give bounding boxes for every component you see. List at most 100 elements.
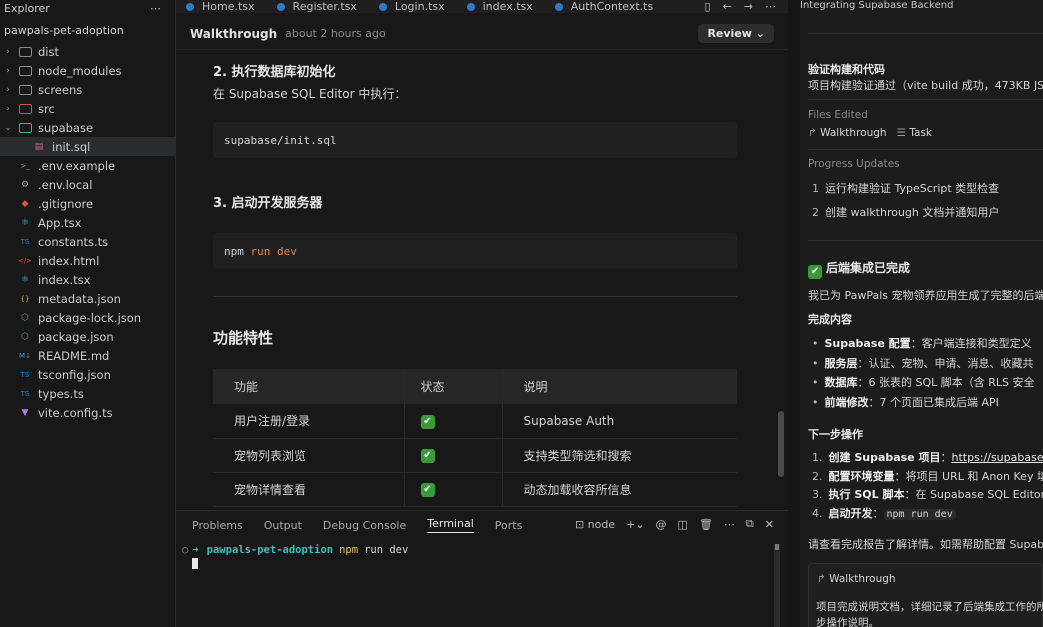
divider — [808, 99, 1043, 100]
split-terminal-icon[interactable]: ◫ — [678, 518, 688, 531]
table-cell: 宠物详情查看 — [213, 472, 404, 507]
tree-file[interactable]: {} metadata.json — [0, 289, 175, 308]
terminal-icon: ⊡ — [574, 517, 585, 531]
verify-text: 项目构建验证通过（vite build 成功，473KB JS — [808, 79, 1043, 92]
panel-tab[interactable]: Output — [264, 519, 302, 532]
tree-file[interactable]: ⬡ package-lock.json — [0, 308, 175, 327]
editor-tab-bar: Home.tsx Register.tsx Login.tsx index.tsx Au… — [176, 0, 788, 13]
tree-file[interactable]: ⚛ index.tsx — [0, 270, 175, 289]
react-icon: ⚛ — [20, 274, 30, 285]
project-root[interactable]: pawpals-pet-adoption — [0, 20, 175, 42]
step2-code: supabase/init.sql — [224, 133, 337, 147]
forward-arrow-icon[interactable]: → — [744, 0, 753, 13]
terminal-shell-selector[interactable]: ⊡ node — [575, 518, 615, 531]
tree-folder[interactable]: › node_modules — [0, 61, 175, 80]
json-icon: {} — [20, 294, 30, 303]
more-icon[interactable]: ⋯ — [724, 518, 735, 531]
terminal-dir: pawpals-pet-adoption — [206, 544, 334, 556]
features-heading: 功能特性 — [213, 329, 274, 347]
at-icon[interactable]: @ — [656, 518, 667, 531]
step3-code-block[interactable]: npm run dev — [213, 233, 737, 269]
check-icon: ✔ — [420, 449, 435, 463]
tree-file[interactable]: ⬡ package.json — [0, 327, 175, 346]
file-task-link[interactable]: ☰ Task — [897, 127, 932, 139]
tree-file[interactable]: >_ .env.example — [0, 156, 175, 175]
agent-chat-panel: Integrating Supabase Backend 验证构建和代码 项目构… — [800, 0, 1043, 627]
panel-tab[interactable]: Problems — [192, 519, 243, 532]
close-icon[interactable]: ✕ — [765, 518, 774, 531]
tree-folder[interactable]: ⌄ supabase — [0, 118, 175, 137]
chevron-down-icon: ⌄ — [755, 27, 765, 40]
table-header: 状态 — [403, 369, 503, 404]
panel-tab[interactable]: Ports — [495, 519, 523, 532]
tree-folder[interactable]: › src — [0, 99, 175, 118]
trash-icon[interactable]: 🗑 — [699, 518, 713, 531]
step2-text: 在 Supabase SQL Editor 中执行： — [213, 87, 407, 101]
tree-file[interactable]: ⚙ .env.local — [0, 175, 175, 194]
tree-file[interactable]: TS constants.ts — [0, 232, 175, 251]
editor-tab[interactable]: index.tsx — [457, 0, 545, 13]
review-button[interactable]: Review ⌄ — [698, 24, 774, 43]
chevron-right-icon: › — [6, 84, 10, 95]
prompt-arrow-icon: ➜ — [192, 544, 199, 556]
list-item: • 数据库：6 张表的 SQL 脚本（含 RLS 安全 — [812, 376, 1035, 389]
editor-tab[interactable]: Login.tsx — [369, 0, 457, 13]
list-icon: ☰ — [896, 127, 906, 139]
sash[interactable] — [788, 0, 800, 627]
check-icon: ✔ — [420, 414, 435, 429]
editor-tab[interactable]: AuthContext.ts — [545, 0, 665, 13]
tree-file[interactable]: ▤ init.sql — [0, 137, 175, 156]
table-header: 说明 — [502, 369, 737, 404]
verify-title: 验证构建和代码 — [808, 63, 885, 76]
tree-item-label: supabase — [38, 120, 94, 135]
editor-tab[interactable]: Register.tsx — [267, 0, 369, 13]
supabase-link[interactable]: https://supabase.c — [952, 451, 1043, 464]
terminal-scrollbar[interactable] — [774, 544, 780, 627]
ellipsis-icon[interactable]: ⋯ — [150, 2, 161, 15]
react-icon: ⚛ — [20, 217, 30, 228]
tree-file[interactable]: </> index.html — [0, 251, 175, 270]
panel-tab[interactable]: Debug Console — [323, 519, 406, 532]
walkthrough-card[interactable]: ↱ Walkthrough 项目完成说明文档，详细记录了后端集成工作的所 步操作… — [808, 563, 1043, 627]
back-arrow-icon[interactable]: ← — [723, 0, 732, 13]
terminal-scrollbar-thumb[interactable] — [775, 544, 779, 550]
folder-icon — [18, 122, 32, 133]
tab-actions: ▯ ← → ⋯ — [705, 0, 789, 13]
more-icon[interactable]: ⋯ — [765, 0, 776, 13]
editor-tab[interactable]: Home.tsx — [176, 0, 267, 13]
tree-folder[interactable]: › screens — [0, 80, 175, 99]
table-cell: 宠物列表浏览 — [213, 438, 404, 473]
tree-item-label: .env.example — [38, 158, 116, 173]
tree-file[interactable]: ▼ vite.config.ts — [0, 403, 175, 422]
git-icon: ◆ — [21, 198, 29, 209]
tree-file[interactable]: TS tsconfig.json — [0, 365, 175, 384]
step2-code-block[interactable]: supabase/init.sql — [213, 122, 737, 158]
tree-file[interactable]: M↓ README.md — [0, 346, 175, 365]
tree-file[interactable]: ⚛ App.tsx — [0, 213, 175, 232]
new-terminal-icon[interactable]: +⌄ — [626, 518, 644, 531]
maximize-panel-icon[interactable]: ⧉ — [746, 517, 754, 531]
file-type-icon — [378, 2, 387, 11]
table-header: 功能 — [213, 369, 404, 404]
tree-item-label: node_modules — [38, 63, 122, 78]
bullet: • — [812, 337, 819, 350]
list-item: • 服务层：认证、宠物、申请、消息、收藏共 — [812, 356, 1034, 370]
markdown-icon: M↓ — [19, 351, 31, 360]
step3-code-args: run dev — [250, 244, 297, 258]
chat-title: Integrating Supabase Backend — [800, 0, 1043, 14]
tab-label: Register.tsx — [292, 0, 357, 13]
file-walkthrough-link[interactable]: ↱ Walkthrough — [808, 127, 887, 139]
tree-file[interactable]: ◆ .gitignore — [0, 194, 175, 213]
check-icon: ✔ — [420, 483, 435, 497]
terminal-prompt-line[interactable]: ○ ➜ pawpals-pet-adoption npm run dev — [182, 544, 408, 556]
prompt-status-icon: ○ — [182, 544, 189, 556]
tree-item-label: .env.local — [38, 177, 93, 192]
split-editor-icon[interactable]: ▯ — [705, 0, 711, 13]
folder-icon — [18, 65, 32, 76]
walkthrough-header: Walkthrough about 2 hours ago Review ⌄ — [176, 18, 788, 50]
walkthrough-icon: ↱ — [808, 127, 817, 139]
panel-tab[interactable]: Terminal — [427, 517, 474, 533]
document-scrollbar[interactable] — [778, 411, 784, 477]
tree-file[interactable]: TS types.ts — [0, 384, 175, 403]
tree-folder[interactable]: › dist — [0, 42, 175, 61]
